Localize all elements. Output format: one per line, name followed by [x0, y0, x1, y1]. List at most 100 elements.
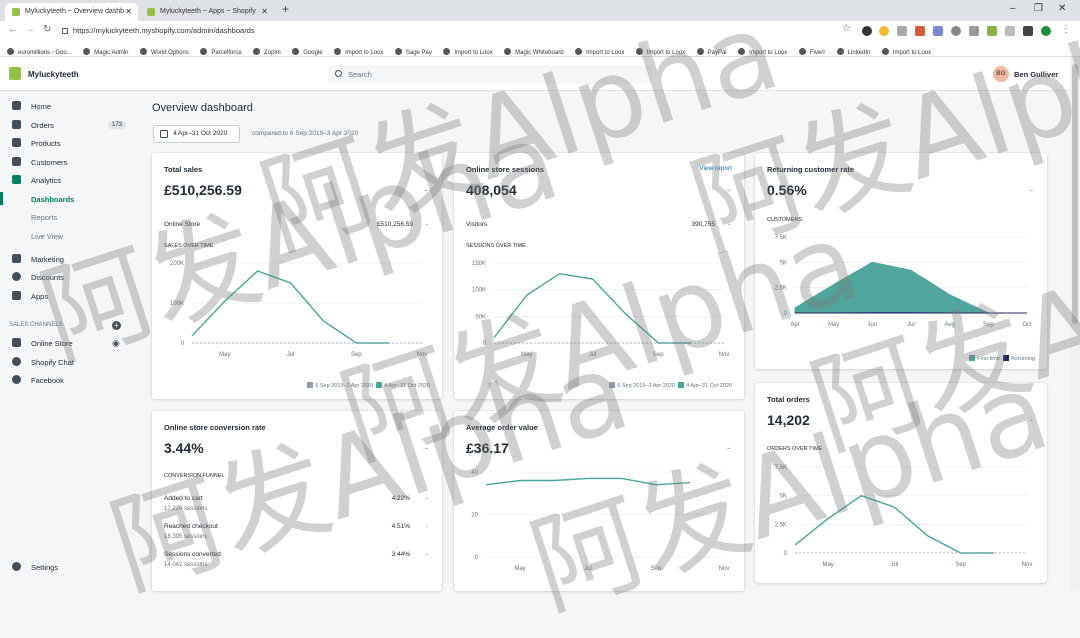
tab-close-icon[interactable]: ✕	[125, 3, 132, 21]
sessions-over-time-chart: 050K100K150KMayJulSepNov	[454, 253, 744, 373]
apps-icon	[12, 291, 21, 300]
bookmark[interactable]: Fiverr	[799, 46, 825, 57]
x-tick-label: Sep	[651, 566, 662, 572]
y-tick-label: 150K	[472, 261, 486, 267]
card-title: Total orders	[767, 395, 810, 404]
y-tick-label: 0	[181, 341, 185, 347]
extension-icon[interactable]	[879, 26, 889, 36]
date-range-button[interactable]: 4 Apr–31 Oct 2020	[153, 125, 240, 143]
browser-tab-overview[interactable]: Myluckyteeth ~ Overview dashb ✕	[5, 3, 138, 21]
bookmark[interactable]: Magic Admin	[83, 46, 128, 57]
address-bar[interactable]: https://myluckyteeth.myshopify.com/admin…	[62, 23, 862, 39]
card-value: 14,202	[767, 412, 810, 428]
y-tick-label: 20	[471, 513, 478, 519]
card-total-orders: Total orders 14,202 - ORDERS OVER TIME 0…	[755, 383, 1047, 583]
chart-legend: 6 Sep 2019–3 Apr 2020 4 Apr–31 Oct 2020	[609, 382, 732, 389]
extension-icon[interactable]	[862, 26, 872, 36]
bookmark[interactable]: Google	[292, 46, 322, 57]
bookmark[interactable]: Import to Loox	[636, 46, 685, 57]
change-indicator: -	[425, 443, 428, 453]
funnel-step-change: -	[426, 551, 428, 558]
y-tick-label: 5K	[780, 494, 787, 500]
view-report-link[interactable]: View report	[699, 165, 732, 172]
funnel-step-label: Reached checkout	[164, 523, 218, 530]
bookmark[interactable]: Magic Whiteboard	[504, 46, 563, 57]
browser-tab-bar: Myluckyteeth ~ Overview dashb ✕ Myluckyt…	[0, 0, 1080, 21]
extension-icon[interactable]	[969, 26, 979, 36]
avatar[interactable]: BG	[993, 66, 1009, 82]
bookmark[interactable]: Import to Loox	[334, 46, 383, 57]
back-icon[interactable]: ←	[8, 24, 18, 35]
bar-chart-icon	[12, 175, 21, 184]
orders-count-badge: 173	[108, 121, 126, 129]
funnel-step-percent: 4.51%	[392, 523, 410, 530]
legend-swatch	[609, 382, 615, 388]
facebook-icon	[12, 375, 21, 384]
extension-icon[interactable]	[987, 26, 997, 36]
y-tick-label: 7.5K	[775, 465, 787, 471]
legend-swatch	[376, 382, 382, 388]
card-title: Total sales	[164, 165, 202, 174]
bookmark[interactable]: PayPal	[697, 46, 727, 57]
card-average-order-value: Average order value £36.17 - 02040MayJul…	[454, 411, 744, 591]
x-tick-label: Aug	[944, 322, 955, 328]
star-icon[interactable]: ☆	[842, 23, 851, 34]
y-tick-label: 0	[475, 555, 479, 561]
home-icon	[12, 101, 21, 110]
aov-chart: 02040MayJulSepNov	[454, 467, 744, 587]
eye-icon[interactable]: ◉	[112, 338, 120, 349]
x-tick-label: May	[828, 322, 839, 328]
extension-icon[interactable]	[915, 26, 925, 36]
reload-icon[interactable]: ↻	[43, 24, 51, 35]
store-name[interactable]: Myluckyteeth	[28, 70, 79, 79]
x-tick-label: Sep	[351, 352, 362, 358]
extension-icon[interactable]	[897, 26, 907, 36]
funnel-step-sessions: 14,042 sessions	[164, 562, 207, 568]
restore-icon[interactable]: ❐	[1034, 3, 1043, 14]
card-title: Average order value	[466, 423, 538, 432]
add-channel-icon[interactable]: +	[112, 321, 121, 330]
extension-icon[interactable]	[951, 26, 961, 36]
user-name[interactable]: Ben Gulliver	[1014, 70, 1058, 79]
extension-icon[interactable]	[1005, 26, 1015, 36]
extension-icon[interactable]	[933, 26, 943, 36]
chart-caption: CONVERSION FUNNEL	[164, 473, 225, 479]
bookmark[interactable]: Sage Pay	[395, 46, 432, 57]
search-input[interactable]: Search	[328, 65, 652, 84]
x-tick-label: Jul	[287, 352, 295, 358]
scrollbar-thumb[interactable]	[1072, 64, 1078, 324]
y-tick-label: 40	[471, 470, 478, 476]
bookmark[interactable]: LinkedIn	[837, 46, 871, 57]
shopify-favicon-icon	[12, 8, 20, 16]
bookmark[interactable]: Import to Loox	[575, 46, 624, 57]
row-change: -	[426, 221, 428, 228]
row-change: -	[728, 221, 730, 228]
menu-icon[interactable]: ⋮	[1061, 24, 1071, 35]
forward-icon[interactable]: →	[25, 24, 35, 35]
puzzle-icon[interactable]	[1023, 26, 1033, 36]
minimize-icon[interactable]: –	[1010, 3, 1016, 14]
x-tick-label: Nov	[719, 352, 730, 358]
date-range-label: 4 Apr–31 Oct 2020	[173, 130, 227, 137]
bookmark-icon	[292, 48, 299, 55]
bookmark[interactable]: Parcelforce	[200, 46, 241, 57]
bookmark-icon	[697, 48, 704, 55]
browser-tab-apps[interactable]: Myluckyteeth ~ Apps ~ Shopify ✕	[140, 3, 274, 21]
x-tick-label: Jul	[584, 566, 592, 572]
sales-channels-header: SALES CHANNELS	[9, 322, 63, 328]
bookmark-icon	[7, 48, 14, 55]
profile-icon[interactable]	[1041, 26, 1051, 36]
window-close-icon[interactable]: ✕	[1058, 3, 1066, 14]
funnel-step-sessions: 17,220 sessions	[164, 506, 207, 512]
bookmark[interactable]: Import to Loox	[882, 46, 931, 57]
legend-swatch	[678, 382, 684, 388]
new-tab-icon[interactable]: +	[282, 2, 289, 16]
bookmark[interactable]: euromillions - Goo...	[7, 46, 72, 57]
bookmark[interactable]: Import to Loox	[443, 46, 492, 57]
tab-close-icon[interactable]: ✕	[261, 3, 268, 21]
bookmark[interactable]: World Options	[140, 46, 189, 57]
bookmark[interactable]: Import to Loox	[738, 46, 787, 57]
change-indicator: -	[1030, 185, 1033, 195]
bookmark[interactable]: Zopim	[253, 46, 281, 57]
page-title: Overview dashboard	[152, 102, 253, 114]
